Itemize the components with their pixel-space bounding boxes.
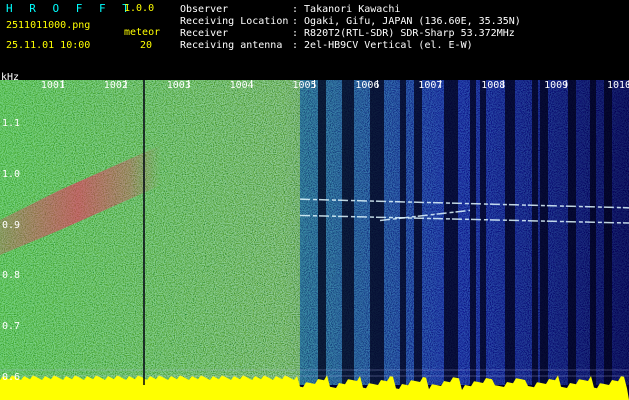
location-label: Receiving Location (180, 16, 289, 27)
location-value: : Ogaki, Gifu, JAPAN (136.60E, 35.35N) (292, 16, 521, 27)
gap-column (590, 80, 596, 385)
gap-column (414, 80, 422, 385)
gap-column (505, 80, 515, 385)
image-filename: 2511011000.png (6, 20, 91, 31)
x-tick-label: 1010 (607, 80, 629, 91)
app-version: 1.0.0 (124, 3, 155, 14)
y-tick-label: 1.0 (2, 168, 21, 180)
y-tick-label: 0.8 (2, 270, 21, 282)
x-tick-label: 1001 (40, 80, 65, 91)
x-tick-label: 1007 (418, 80, 443, 91)
receiver-label: Receiver (180, 28, 229, 39)
x-tick-label: 1002 (103, 80, 128, 91)
gap-column (318, 80, 326, 385)
meteor-count-label: meteor (124, 27, 161, 38)
x-tick-label: 1004 (229, 80, 254, 91)
y-tick-label: 1.1 (2, 118, 21, 129)
spectrogram-panel (0, 80, 629, 400)
x-tick-label: 1005 (292, 80, 317, 91)
x-tick-label: 1006 (355, 80, 380, 91)
antenna-label: Receiving antenna (180, 40, 283, 51)
gap-column (400, 80, 406, 385)
gap-column (370, 80, 384, 385)
observer-label: Observer (180, 4, 229, 15)
y-tick-label: 0.9 (2, 219, 21, 231)
hrofft-window: H R O F F T 1.0.0 2511011000.png 25.11.0… (0, 0, 629, 400)
observation-datetime: 25.11.01 10:00 (6, 40, 91, 51)
x-tick-label: 1008 (481, 80, 506, 91)
x-tick-label: 1003 (166, 80, 191, 91)
spectrogram-chart (0, 80, 629, 400)
header-panel: H R O F F T 1.0.0 2511011000.png 25.11.0… (0, 0, 629, 72)
gap-column (604, 80, 612, 385)
antenna-value: : 2el-HB9CV Vertical (el. E-W) (292, 40, 473, 51)
gap-column (480, 80, 486, 385)
receiver-value: : R820T2(RTL-SDR) SDR-Sharp 53.372MHz (292, 28, 515, 39)
gap-column (444, 80, 458, 385)
gap-column (532, 80, 538, 385)
gap-column (568, 80, 576, 385)
y-tick-label: 0.6 (2, 372, 21, 383)
gap-column (540, 80, 548, 385)
y-tick-label: 0.7 (2, 321, 21, 333)
observer-value: : Takanori Kawachi (292, 4, 401, 15)
gap-column (342, 80, 354, 385)
x-tick-label: 1009 (544, 80, 569, 91)
gap-column (470, 80, 476, 385)
app-brand: H R O F F T (6, 2, 134, 15)
meteor-count-value: 20 (140, 40, 153, 51)
